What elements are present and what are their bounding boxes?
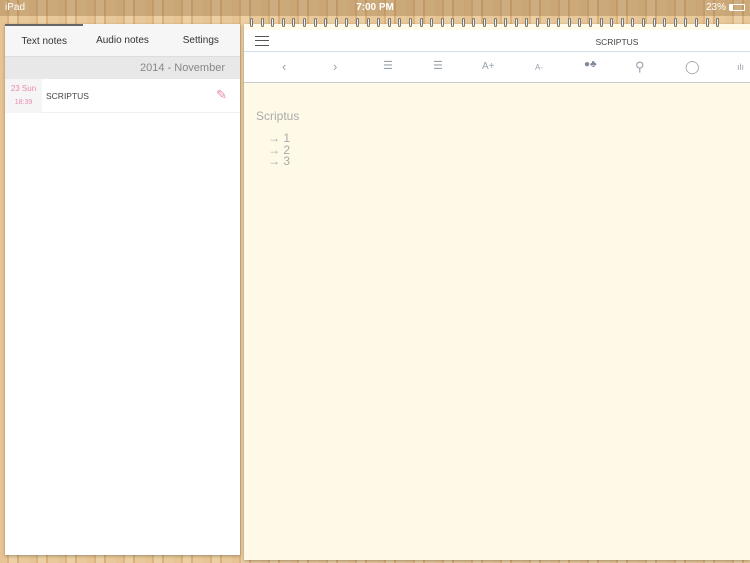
spiral-ring xyxy=(684,18,688,27)
spiral-ring xyxy=(557,18,561,27)
battery-icon xyxy=(729,4,745,11)
spiral-ring xyxy=(387,18,391,27)
spiral-ring xyxy=(302,18,306,27)
bullet-list-icon[interactable]: ☰ xyxy=(383,59,393,72)
numbered-list-icon[interactable]: ☰ xyxy=(433,59,443,72)
spiral-ring xyxy=(419,18,423,27)
spiral-ring xyxy=(440,18,444,27)
tab-bar: Text notes Audio notes Settings xyxy=(5,24,240,57)
spiral-ring xyxy=(631,18,635,27)
list-item[interactable]: 23 Sun 18:39 SCRIPTUS ✎ xyxy=(5,78,240,113)
spiral-ring xyxy=(483,18,487,27)
spiral-ring xyxy=(355,18,359,27)
spiral-ring xyxy=(313,18,317,27)
spiral-ring xyxy=(705,18,709,27)
spiral-ring xyxy=(451,18,455,27)
spiral-ring xyxy=(578,18,582,27)
search-icon[interactable]: ⚲ xyxy=(635,59,645,75)
stats-icon[interactable]: ılı xyxy=(737,62,744,72)
spiral-ring xyxy=(514,18,518,27)
spiral-ring xyxy=(408,18,412,27)
spiral-ring xyxy=(620,18,624,27)
spiral-ring xyxy=(641,18,645,27)
spiral-ring xyxy=(430,18,434,27)
forward-icon[interactable]: › xyxy=(333,59,337,74)
spiral-ring xyxy=(610,18,614,27)
list-line: → 3 xyxy=(268,154,291,168)
spiral-ring xyxy=(260,18,264,27)
clock: 7:00 PM xyxy=(356,2,394,13)
spiral-ring xyxy=(536,18,540,27)
spiral-ring xyxy=(716,18,720,27)
note-heading: Scriptus xyxy=(256,109,300,123)
spiral-ring xyxy=(398,18,402,27)
spiral-ring xyxy=(525,18,529,27)
spiral-ring xyxy=(345,18,349,27)
comment-icon[interactable]: ◯ xyxy=(685,59,700,75)
spiral-ring xyxy=(493,18,497,27)
font-increase-button[interactable]: A+ xyxy=(482,61,495,72)
spiral-ring xyxy=(461,18,465,27)
spiral-binding xyxy=(250,18,750,28)
spiral-ring xyxy=(250,18,253,27)
spiral-ring xyxy=(324,18,328,27)
spiral-ring xyxy=(281,18,285,27)
spiral-ring xyxy=(271,18,275,27)
status-bar: iPad 7:00 PM 23% xyxy=(0,0,750,16)
month-header: 2014 - November xyxy=(5,57,240,79)
note-title: SCRIPTUS xyxy=(46,90,89,101)
spiral-ring xyxy=(589,18,592,27)
note-day: 23 Sun xyxy=(10,83,37,93)
spiral-ring xyxy=(652,18,656,27)
spiral-ring xyxy=(377,18,381,27)
editor-panel: SCRIPTUS ‹ › ☰ ☰ A+ A- ●♣ ⚲ ◯ ılı Script… xyxy=(244,18,750,560)
tab-audio-notes[interactable]: Audio notes xyxy=(83,24,161,56)
notes-panel: Text notes Audio notes Settings 2014 - N… xyxy=(5,24,240,555)
spiral-ring xyxy=(472,18,476,27)
note-content[interactable]: Scriptus → 1 → 2 → 3 xyxy=(256,109,299,168)
font-decrease-button[interactable]: A- xyxy=(535,63,543,72)
spiral-ring xyxy=(663,18,667,27)
spiral-ring xyxy=(694,18,698,27)
battery-percent: 23% xyxy=(705,2,726,13)
spiral-ring xyxy=(599,18,603,27)
spiral-ring xyxy=(366,18,370,27)
edit-icon[interactable]: ✎ xyxy=(216,88,230,102)
note-date: 23 Sun 18:39 xyxy=(5,78,42,113)
spiral-ring xyxy=(504,18,508,27)
spiral-ring xyxy=(567,18,571,27)
spiral-ring xyxy=(546,18,550,27)
tab-settings[interactable]: Settings xyxy=(162,24,240,56)
spiral-ring xyxy=(673,18,677,27)
spiral-ring xyxy=(292,18,296,27)
spiral-ring xyxy=(334,18,338,27)
editor-toolbar: ‹ › ☰ ☰ A+ A- ●♣ ⚲ ◯ ılı xyxy=(244,52,750,83)
editor-title: SCRIPTUS xyxy=(595,37,639,47)
tab-text-notes[interactable]: Text notes xyxy=(5,24,84,56)
color-palette-icon[interactable]: ●♣ xyxy=(584,59,597,70)
back-icon[interactable]: ‹ xyxy=(282,59,286,74)
editor-header: SCRIPTUS xyxy=(244,30,750,52)
note-time: 18:39 xyxy=(14,98,33,106)
